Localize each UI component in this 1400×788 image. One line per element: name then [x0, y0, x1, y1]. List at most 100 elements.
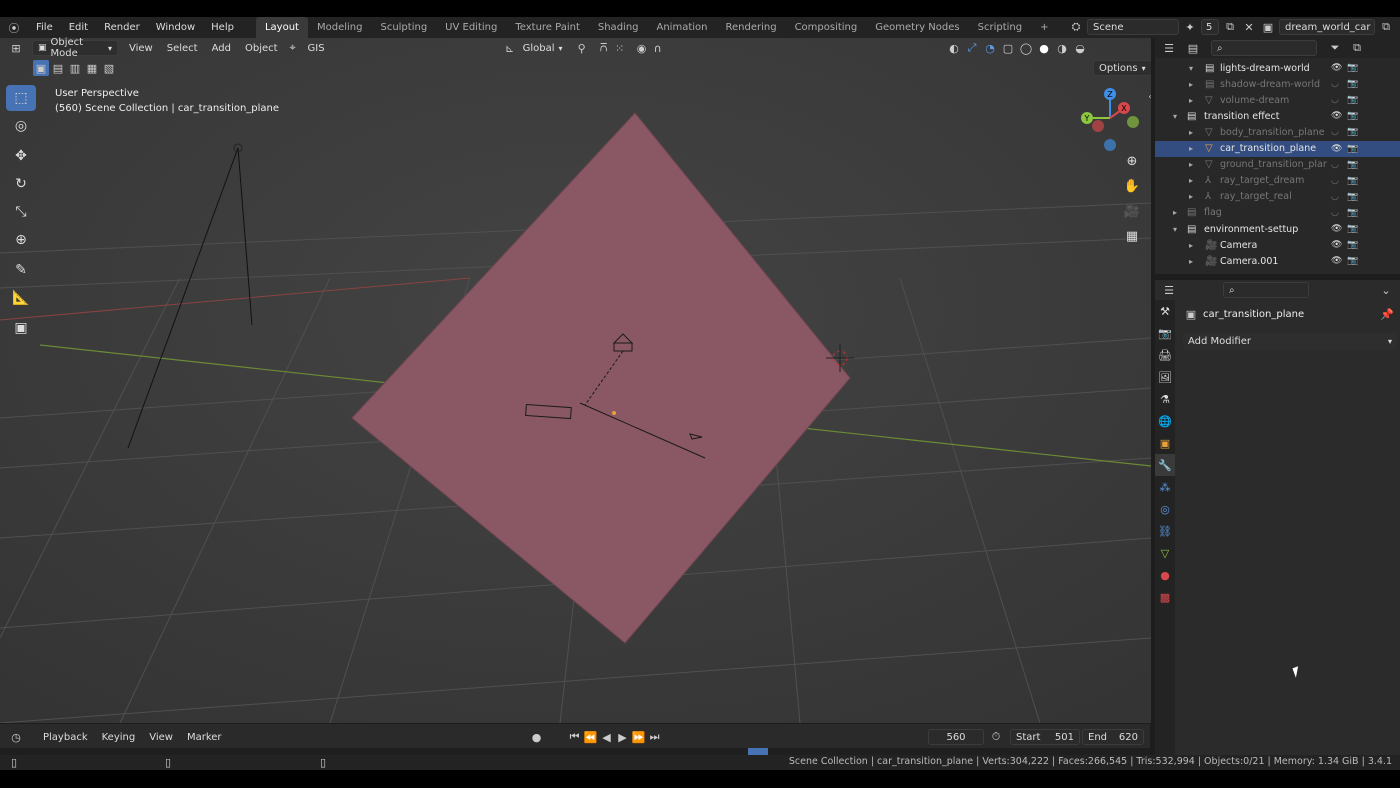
transform-orientation-dropdown[interactable]: Global ▾: [518, 40, 568, 56]
outliner-row[interactable]: ▸ ▤ shadow-dream-world ◡ 📷: [1155, 76, 1400, 92]
render-camera-icon[interactable]: 📷: [1347, 208, 1358, 218]
outliner-row[interactable]: ▸ ▽ body_transition_plane ◡ 📷: [1155, 124, 1400, 140]
select-intersect-icon[interactable]: ▧: [101, 60, 117, 76]
pan-hand-icon[interactable]: ✋: [1121, 175, 1143, 197]
eye-icon[interactable]: ◡: [1331, 176, 1339, 186]
eye-icon[interactable]: ◡: [1331, 208, 1339, 218]
view-layer-icon[interactable]: ▣: [1260, 19, 1276, 35]
outliner-row[interactable]: ▸ ▽ volume-dream ◡ 📷: [1155, 92, 1400, 108]
gizmo-toggle-icon[interactable]: ⤢: [964, 40, 980, 56]
tool-tab-icon[interactable]: ⚒: [1155, 300, 1175, 322]
eye-icon[interactable]: 👁: [1331, 256, 1342, 266]
expand-arrow-icon[interactable]: ▸: [1189, 192, 1193, 201]
timeline-scrubber[interactable]: [0, 748, 1150, 755]
select-box-tool[interactable]: ⬚: [6, 85, 36, 111]
zoom-icon[interactable]: ⊕: [1121, 150, 1143, 172]
outliner-row[interactable]: ▸ 🎥 Camera.001 👁 📷: [1155, 253, 1400, 269]
eye-icon[interactable]: 👁: [1331, 240, 1342, 250]
falloff-icon[interactable]: ∩: [650, 40, 666, 56]
select-subtract-icon[interactable]: ▥: [67, 60, 83, 76]
new-scene-icon[interactable]: ⧉: [1222, 19, 1238, 35]
mode-dropdown[interactable]: ▣ Object Mode ▾: [32, 37, 118, 59]
tab-texture-paint[interactable]: Texture Paint: [506, 17, 589, 38]
object-tab-icon[interactable]: ▣: [1155, 432, 1175, 454]
render-camera-icon[interactable]: 📷: [1347, 224, 1358, 234]
physics-tab-icon[interactable]: ◎: [1155, 498, 1175, 520]
wireframe-shading-icon[interactable]: ◯: [1018, 40, 1034, 56]
pin-properties-icon[interactable]: 📌: [1379, 306, 1395, 322]
tab-animation[interactable]: Animation: [648, 17, 717, 38]
texture-tab-icon[interactable]: ▩: [1155, 586, 1175, 608]
expand-arrow-icon[interactable]: ▸: [1189, 80, 1193, 89]
render-tab-icon[interactable]: 📷: [1155, 322, 1175, 344]
render-camera-icon[interactable]: 📷: [1347, 160, 1358, 170]
expand-arrow-icon[interactable]: ▸: [1189, 160, 1193, 169]
eye-icon[interactable]: ◡: [1331, 79, 1339, 89]
new-collection-icon[interactable]: ⧉: [1349, 40, 1365, 56]
outliner-search[interactable]: ⌕: [1211, 40, 1317, 56]
snap-target-icon[interactable]: ⁙: [612, 40, 628, 56]
new-view-layer-icon[interactable]: ⧉: [1378, 19, 1394, 35]
render-camera-icon[interactable]: 📷: [1347, 192, 1358, 202]
render-camera-icon[interactable]: 📷: [1347, 79, 1358, 89]
editor-type-icon[interactable]: ⊞: [8, 40, 24, 56]
outliner-row[interactable]: ▸ ▽ car_transition_plane 👁 📷: [1155, 140, 1400, 157]
properties-editor-icon[interactable]: ☰: [1161, 282, 1177, 298]
camera-view-icon[interactable]: 🎥: [1121, 200, 1143, 222]
modifier-tab-icon[interactable]: 🔧: [1155, 454, 1175, 476]
scene-field[interactable]: Scene: [1087, 19, 1179, 35]
blender-logo-icon[interactable]: ⦿: [6, 20, 22, 36]
expand-arrow-icon[interactable]: ▸: [1189, 128, 1193, 137]
pin-icon[interactable]: ✦: [1182, 19, 1198, 35]
eye-icon[interactable]: 👁: [1331, 144, 1342, 154]
viewport-menu-view[interactable]: View: [122, 43, 160, 54]
add-cube-tool[interactable]: ▣: [6, 315, 36, 341]
proportional-edit-icon[interactable]: ◉: [634, 40, 650, 56]
select-extend-icon[interactable]: ▤: [50, 60, 66, 76]
gis-icon[interactable]: ⌖: [285, 40, 301, 56]
overlay-toggle-icon[interactable]: ◔: [982, 40, 998, 56]
transform-tool[interactable]: ⊕: [6, 227, 36, 253]
outliner-row[interactable]: ▸ ▽ ground_transition_plar ◡ 📷: [1155, 157, 1400, 173]
render-camera-icon[interactable]: 📷: [1347, 144, 1358, 154]
gis-menu[interactable]: GIS: [301, 43, 332, 54]
solid-shading-icon[interactable]: ●: [1036, 40, 1052, 56]
display-mode-icon[interactable]: ▤: [1185, 40, 1201, 56]
tab-uv-editing[interactable]: UV Editing: [436, 17, 506, 38]
rendered-shading-icon[interactable]: ◒: [1072, 40, 1088, 56]
outliner-row[interactable]: ▸ ⅄ ray_target_dream ◡ 📷: [1155, 173, 1400, 189]
render-camera-icon[interactable]: 📷: [1347, 63, 1358, 73]
add-workspace-button[interactable]: +: [1031, 17, 1057, 38]
jump-keyframe-forward-icon[interactable]: ⏩: [631, 729, 647, 745]
render-camera-icon[interactable]: 📷: [1347, 176, 1358, 186]
filter-icon[interactable]: ⏷: [1327, 40, 1343, 56]
playhead[interactable]: [748, 748, 768, 755]
render-camera-icon[interactable]: 📷: [1347, 256, 1358, 266]
eye-icon[interactable]: ◡: [1331, 127, 1339, 137]
menu-window[interactable]: Window: [148, 17, 203, 38]
pivot-icon[interactable]: ⚲: [574, 40, 590, 56]
expand-arrow-icon[interactable]: ▸: [1173, 208, 1177, 217]
particles-tab-icon[interactable]: ⁂: [1155, 476, 1175, 498]
scene-tab-icon[interactable]: ⚗: [1155, 388, 1175, 410]
jump-end-icon[interactable]: ⏭: [647, 729, 663, 745]
outliner-row[interactable]: ▾ ▤ lights-dream-world 👁 📷: [1155, 60, 1400, 76]
eye-icon[interactable]: 👁: [1331, 63, 1342, 73]
options-dropdown[interactable]: Options ▾: [1093, 60, 1151, 76]
viewport-menu-object[interactable]: Object: [238, 43, 285, 54]
menu-edit[interactable]: Edit: [61, 17, 96, 38]
outliner-row[interactable]: ▸ ▤ flag ◡ 📷: [1155, 205, 1400, 221]
timeline-menu-keying[interactable]: Keying: [95, 732, 143, 743]
tab-layout[interactable]: Layout: [255, 17, 308, 38]
transform-orientation-icon[interactable]: ⊾: [502, 40, 518, 56]
jump-keyframe-back-icon[interactable]: ⏪: [583, 729, 599, 745]
expand-arrow-icon[interactable]: ▾: [1173, 225, 1177, 234]
expand-arrow-icon[interactable]: ▾: [1173, 112, 1177, 121]
tab-scripting[interactable]: Scripting: [969, 17, 1031, 38]
eye-icon[interactable]: ◡: [1331, 95, 1339, 105]
outliner-row[interactable]: ▾ ▤ transition effect 👁 📷: [1155, 108, 1400, 124]
timeline-menu-marker[interactable]: Marker: [180, 732, 229, 743]
scale-tool[interactable]: ⤡: [6, 199, 36, 225]
timeline-menu-view[interactable]: View: [142, 732, 180, 743]
eye-icon[interactable]: ◡: [1331, 192, 1339, 202]
